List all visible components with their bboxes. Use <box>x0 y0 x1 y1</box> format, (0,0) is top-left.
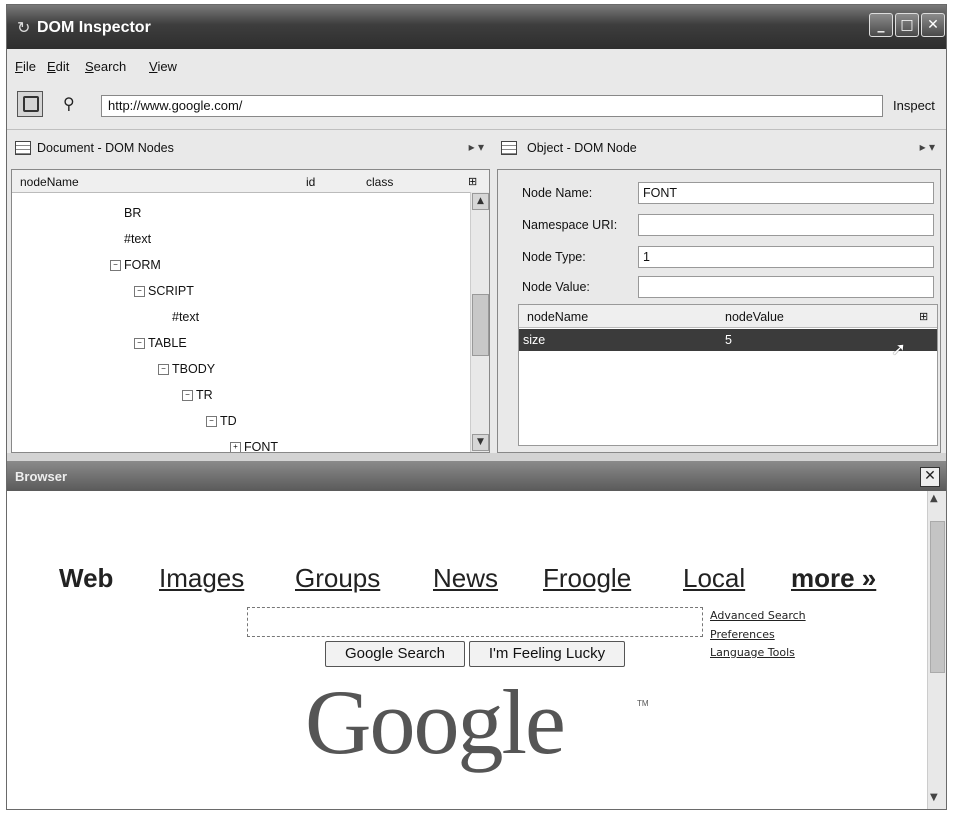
menu-bar: File Edit Search View <box>7 51 946 81</box>
advanced-search-link[interactable]: Advanced Search <box>710 609 806 622</box>
google-search-button[interactable]: Google Search <box>325 641 465 667</box>
tab-more[interactable]: more » <box>791 563 876 594</box>
window-title: DOM Inspector <box>37 19 151 36</box>
scroll-thumb[interactable] <box>930 521 945 673</box>
tab-froogle[interactable]: Froogle <box>543 563 631 594</box>
menu-file[interactable]: File <box>15 59 36 74</box>
attr-name-cell: size <box>523 333 546 347</box>
dom-nodes-pane-header: Document - DOM Nodes ▸ ▾ <box>11 131 490 165</box>
scroll-up-icon[interactable]: ▲ <box>472 193 489 210</box>
menu-edit[interactable]: Edit <box>47 59 69 74</box>
col-class[interactable]: class <box>366 175 393 189</box>
dom-node-pane: Object - DOM Node ▸ ▾ Node Name: FONT Na… <box>497 131 941 453</box>
table-row[interactable]: size 5 <box>519 329 937 351</box>
dom-inspector-window: ↻ DOM Inspector _ □ ✕ File Edit Search V… <box>6 4 947 810</box>
browser-panel: Web Images Groups News Froogle Local mor… <box>7 491 946 809</box>
title-bar[interactable]: ↻ DOM Inspector _ □ ✕ <box>7 5 946 49</box>
collapse-icon[interactable]: − <box>206 416 217 428</box>
tab-groups[interactable]: Groups <box>295 563 380 594</box>
dom-node-pane-title[interactable]: Object - DOM Node <box>527 141 637 155</box>
col-id[interactable]: id <box>306 175 315 189</box>
close-button[interactable]: ✕ <box>921 13 945 37</box>
google-tabs: Web Images Groups News Froogle Local mor… <box>55 563 915 603</box>
scroll-thumb[interactable] <box>472 294 489 356</box>
splitter[interactable] <box>7 453 946 461</box>
node-name-field[interactable]: FONT <box>638 182 934 204</box>
scroll-down-icon[interactable]: ▼ <box>930 792 938 803</box>
language-tools-link[interactable]: Language Tools <box>710 646 795 659</box>
attributes-table-header: nodeName nodeValue ⊞ <box>519 305 937 328</box>
close-browser-button[interactable]: ✕ <box>920 467 940 487</box>
tree-node[interactable]: #text <box>172 310 199 324</box>
tab-images[interactable]: Images <box>159 563 244 594</box>
tree-node[interactable]: − FORM <box>110 258 161 272</box>
node-value-field[interactable] <box>638 276 934 298</box>
chevron-right-icon[interactable]: ▸ ▾ <box>920 140 935 154</box>
tree-node[interactable]: − TABLE <box>134 336 187 350</box>
tab-web[interactable]: Web <box>59 563 113 594</box>
inspect-button[interactable]: Inspect <box>893 98 935 113</box>
col-attr-nodename[interactable]: nodeName <box>527 310 588 324</box>
browser-header: Browser ✕ <box>7 461 946 491</box>
menu-view[interactable]: View <box>149 59 177 74</box>
refresh-icon: ↻ <box>17 18 31 37</box>
namespace-uri-field[interactable] <box>638 214 934 236</box>
collapse-icon[interactable]: − <box>134 338 145 350</box>
col-attr-nodevalue[interactable]: nodeValue <box>725 310 784 324</box>
panel-icon[interactable] <box>501 141 517 155</box>
collapse-icon[interactable]: − <box>134 286 145 298</box>
google-logo: Google <box>305 671 566 773</box>
tree-node[interactable]: #text <box>124 232 151 246</box>
col-nodename[interactable]: nodeName <box>20 175 79 189</box>
tree-node[interactable]: − SCRIPT <box>134 284 194 298</box>
collapse-icon[interactable]: − <box>158 364 169 376</box>
node-name-label: Node Name: <box>522 186 593 200</box>
panel-icon[interactable] <box>15 141 31 155</box>
collapse-icon[interactable]: − <box>182 390 193 402</box>
namespace-uri-label: Namespace URI: <box>522 218 618 232</box>
tree-node[interactable]: − TD <box>206 414 237 428</box>
dom-nodes-pane-title[interactable]: Document - DOM Nodes <box>37 141 174 155</box>
browser-scrollbar[interactable]: ▲ ▼ <box>927 491 946 809</box>
menu-search[interactable]: Search <box>85 59 126 74</box>
attributes-table[interactable]: nodeName nodeValue ⊞ size 5 ➚ <box>518 304 938 446</box>
dom-tree-scrollbar[interactable]: ▲ ▼ <box>470 192 489 452</box>
chevron-right-icon[interactable]: ▸ ▾ <box>469 140 484 154</box>
tree-node[interactable]: − TR <box>182 388 213 402</box>
column-picker-icon[interactable]: ⊞ <box>468 175 477 188</box>
google-search-input[interactable] <box>247 607 703 637</box>
mouse-pointer-icon: ➚ <box>891 339 907 360</box>
node-properties: Node Name: FONT Namespace URI: Node Type… <box>497 169 941 453</box>
scroll-up-icon[interactable]: ▲ <box>930 493 938 504</box>
node-type-label: Node Type: <box>522 250 586 264</box>
select-element-button[interactable] <box>17 91 43 117</box>
tree-node[interactable]: − TBODY <box>158 362 215 376</box>
browser-title: Browser <box>15 469 68 484</box>
dom-tree[interactable]: nodeName id class ⊞ BR #text − FORM − SCRI… <box>11 169 490 453</box>
minimize-button[interactable]: _ <box>869 13 893 37</box>
tab-news[interactable]: News <box>433 563 498 594</box>
attr-value-cell: 5 <box>725 333 732 347</box>
binoculars-icon[interactable]: ⚲ <box>63 94 75 113</box>
toolbar: ⚲ http://www.google.com/ Inspect <box>7 85 946 130</box>
dom-node-pane-header: Object - DOM Node ▸ ▾ <box>497 131 941 165</box>
dom-nodes-pane: Document - DOM Nodes ▸ ▾ nodeName id cla… <box>11 131 490 453</box>
collapse-icon[interactable]: − <box>110 260 121 272</box>
column-picker-icon[interactable]: ⊞ <box>919 310 928 323</box>
url-input[interactable]: http://www.google.com/ <box>101 95 883 117</box>
tree-node-selected[interactable]: + FONT <box>230 440 278 452</box>
expand-icon[interactable]: + <box>230 442 241 452</box>
maximize-button[interactable]: □ <box>895 13 919 37</box>
preferences-link[interactable]: Preferences <box>710 628 775 641</box>
tree-node[interactable]: BR <box>124 206 141 220</box>
trademark-mark: TM <box>637 699 649 708</box>
scroll-down-icon[interactable]: ▼ <box>472 434 489 451</box>
node-type-field[interactable]: 1 <box>638 246 934 268</box>
dom-tree-header: nodeName id class ⊞ <box>12 170 489 193</box>
tab-local[interactable]: Local <box>683 563 745 594</box>
node-value-label: Node Value: <box>522 280 590 294</box>
feeling-lucky-button[interactable]: I'm Feeling Lucky <box>469 641 625 667</box>
